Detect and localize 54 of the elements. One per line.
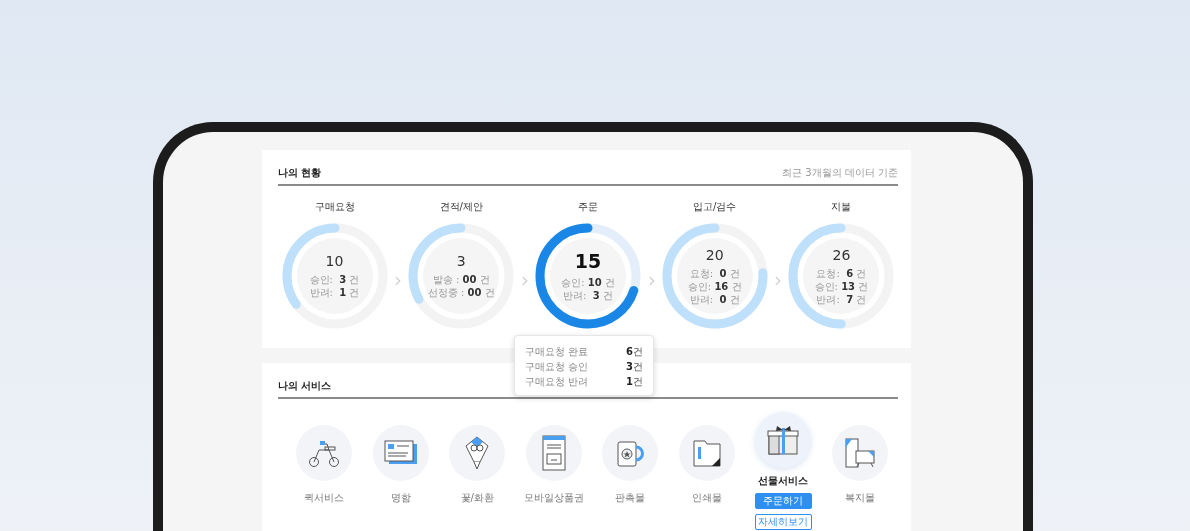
coupon-icon xyxy=(541,435,566,471)
section-title: 나의 서비스 xyxy=(278,379,332,393)
tooltip-label: 구매요청 완료 xyxy=(525,345,589,359)
stat-line: 선정중 : 00 건 xyxy=(427,286,495,299)
stage-total: 10 xyxy=(325,253,344,269)
mug-icon xyxy=(615,438,646,468)
service-label: 선물서비스 xyxy=(758,474,809,488)
stat-line: 승인: 16 건 xyxy=(687,279,742,293)
stat-line: 반려: 0 건 xyxy=(689,292,740,306)
service-label: 모바일상품권 xyxy=(523,491,584,505)
section-title: 나의 현황 xyxy=(278,166,322,180)
order-button[interactable]: 주문하기 xyxy=(754,493,812,509)
stat-line: 반려: 7 건 xyxy=(816,292,867,306)
stat-line: 승인: 3 건 xyxy=(309,273,360,286)
progress-ring[interactable] xyxy=(787,222,896,330)
service-label: 복지몰 xyxy=(844,491,875,505)
stat-line: 승인: 13 건 xyxy=(814,279,869,293)
gift-box-icon xyxy=(767,425,800,455)
service-label: 인쇄물 xyxy=(691,491,722,505)
stat-line: 승인: 10 건 xyxy=(561,276,615,289)
stat-line: 요청: 6 건 xyxy=(816,266,867,280)
service-label: 꽃/화환 xyxy=(460,491,494,505)
stage-total: 26 xyxy=(832,246,851,263)
bouquet-icon xyxy=(464,436,491,470)
tooltip-label: 구매요청 반려 xyxy=(525,375,589,389)
service-tile[interactable] xyxy=(755,412,812,468)
folder-icon xyxy=(691,438,722,468)
tooltip-value: 6건 xyxy=(626,345,643,359)
stage-label: 견적/제안 xyxy=(439,200,483,214)
appliance-icon xyxy=(843,437,876,469)
progress-ring[interactable] xyxy=(407,222,516,330)
stage-label: 구매요청 xyxy=(314,200,355,214)
progress-ring[interactable] xyxy=(660,222,769,330)
service-label: 명함 xyxy=(390,491,411,505)
tooltip-label: 구매요청 승인 xyxy=(525,360,589,374)
tooltip-value: 3건 xyxy=(626,360,643,374)
stage-total: 15 xyxy=(574,250,602,272)
details-button[interactable]: 자세히보기 xyxy=(754,514,812,530)
service-label: 퀵서비스 xyxy=(304,491,345,505)
stage-total: 3 xyxy=(456,253,466,269)
service-label: 판촉물 xyxy=(615,491,646,505)
tooltip-value: 1건 xyxy=(626,375,643,389)
progress-ring[interactable] xyxy=(280,222,389,330)
card-icon xyxy=(382,440,419,466)
stage-label: 입고/검수 xyxy=(693,200,737,214)
progress-ring[interactable] xyxy=(533,222,642,330)
stage-label: 지불 xyxy=(831,200,852,214)
stat-line: 반려: 1 건 xyxy=(309,286,360,299)
stage-label: 주문 xyxy=(577,200,598,214)
stat-line: 발송 : 00 건 xyxy=(432,273,490,286)
stage-total: 20 xyxy=(705,246,724,263)
stat-line: 반려: 3 건 xyxy=(563,289,613,302)
data-period-note: 최근 3개월의 데이터 기준 xyxy=(782,166,898,180)
stat-line: 요청: 0 건 xyxy=(689,266,740,280)
